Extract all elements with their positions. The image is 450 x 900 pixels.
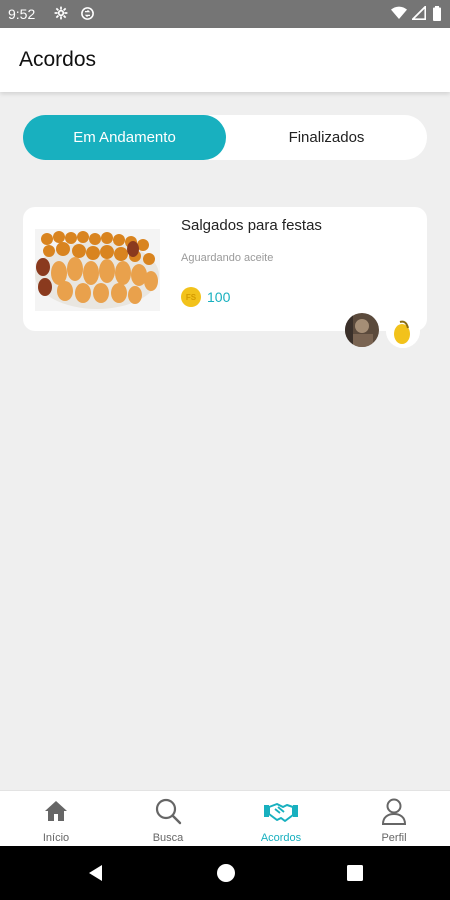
back-icon[interactable]: [86, 863, 106, 883]
recents-icon[interactable]: [345, 863, 365, 883]
deal-price: 100: [207, 289, 231, 305]
bottom-navigation: Início Busca Acordos Perfil: [0, 790, 450, 847]
settings-icon: [52, 4, 70, 22]
coin-label: FS: [185, 292, 197, 302]
tab-label: Finalizados: [288, 129, 365, 146]
deal-title: Salgados para festas: [181, 217, 322, 234]
deal-status: Aguardando aceite: [181, 252, 274, 264]
coin-icon: FS: [181, 287, 201, 307]
status-time: 9:52: [8, 6, 36, 22]
tab-label: Em Andamento: [73, 129, 176, 146]
profile-icon: [380, 797, 408, 825]
nav-item-acordos[interactable]: Acordos: [225, 791, 337, 847]
status-bar: 9:52: [0, 0, 450, 28]
nav-label: Acordos: [260, 832, 302, 844]
app-bar: Acordos: [0, 28, 450, 92]
system-navigation-bar: [0, 846, 450, 900]
home-icon: [42, 797, 70, 825]
signal-icon: [410, 4, 428, 22]
sync-icon: [78, 4, 96, 22]
nav-label: Início: [42, 832, 70, 844]
wifi-icon: [390, 4, 408, 22]
deal-photo: [35, 229, 160, 311]
deal-status-tabs: Em Andamento Finalizados: [23, 115, 427, 160]
nav-item-perfil[interactable]: Perfil: [338, 791, 450, 847]
nav-label: Busca: [152, 832, 184, 844]
page-title: Acordos: [19, 48, 97, 71]
deal-card[interactable]: Salgados para festas Aguardando aceite F…: [23, 207, 427, 331]
nav-item-busca[interactable]: Busca: [112, 791, 224, 847]
search-icon: [154, 797, 182, 825]
tab-finalizados[interactable]: Finalizados: [226, 115, 427, 160]
tab-em-andamento[interactable]: Em Andamento: [23, 115, 226, 160]
nav-item-inicio[interactable]: Início: [0, 791, 112, 847]
nav-label: Perfil: [381, 832, 407, 844]
home-button-icon[interactable]: [216, 863, 236, 883]
handshake-icon: [264, 797, 298, 825]
battery-icon: [428, 4, 446, 22]
avatar: [386, 314, 420, 348]
avatar: [345, 313, 379, 347]
